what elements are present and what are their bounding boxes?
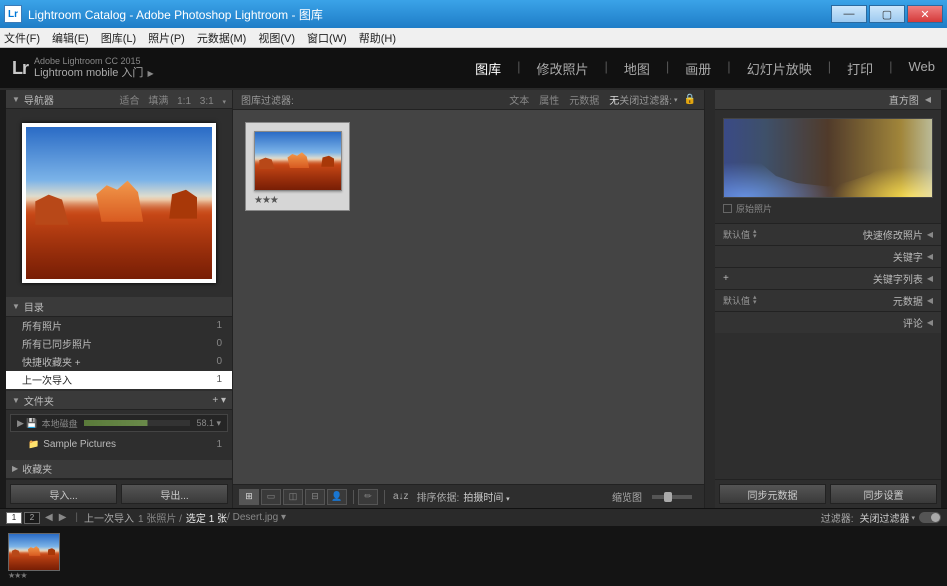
sync-settings-button[interactable]: 同步设置 [830,484,937,504]
menu-edit[interactable]: 编辑(E) [52,30,89,46]
app-icon: Lr [4,5,22,23]
menu-file[interactable]: 文件(F) [4,30,40,46]
people-view-icon[interactable]: 👤 [327,489,347,505]
module-slideshow[interactable]: 幻灯片放映 [747,59,812,78]
quick-develop-header[interactable]: 默认值▴▾快速修改照片◀ [715,223,941,245]
navigator-header[interactable]: ▼导航器 适合 填满 1:1 3:1 ▾ [6,90,232,109]
right-panel-collapse[interactable] [941,90,947,508]
thumbnail-grid[interactable]: ★★★ [233,110,704,484]
filmstrip[interactable]: ★★★ [0,526,947,586]
filmstrip-filter-label: 过滤器: [821,510,854,525]
module-map[interactable]: 地图 [624,59,650,78]
maximize-button[interactable]: ▢ [869,5,905,23]
loupe-view-icon[interactable]: ▭ [261,489,281,505]
filter-attribute[interactable]: 属性 [539,92,559,107]
filmstrip-header: 1 2 ◀ ▶ | 上一次导入 1 张照片 / 选定 1 张 / Desert.… [0,508,947,526]
module-develop[interactable]: 修改照片 [536,59,588,78]
right-panel: 直方图◀ 原始照片 默认值▴▾快速修改照片◀ 关键字◀ +关键字列表◀ 默认值▴… [715,90,941,508]
disk-icon: ▶ 💾 [17,418,38,429]
nav-back-icon[interactable]: ◀ [45,512,53,523]
catalog-quick-collection[interactable]: 快捷收藏夹 +0 [6,353,232,371]
keyword-list-header[interactable]: +关键字列表◀ [715,267,941,289]
thumb-size-slider[interactable] [652,495,692,499]
module-picker: 图库| 修改照片| 地图| 画册| 幻灯片放映| 打印| Web [475,59,935,78]
catalog-all-photos[interactable]: 所有照片1 [6,317,232,335]
second-monitor-button[interactable]: 2 [24,512,40,524]
filter-label: 图库过滤器: [241,92,294,107]
catalog-previous-import[interactable]: 上一次导入1 [6,371,232,389]
app-header: Lr Adobe Lightroom CC 2015 Lightroom mob… [0,48,947,88]
minimize-button[interactable]: — [831,5,867,23]
folder-icon: 📁 [28,439,39,450]
histogram[interactable] [723,118,933,198]
menu-view[interactable]: 视图(V) [258,30,295,46]
filter-switch[interactable] [919,512,941,523]
original-photo-checkbox[interactable]: 原始照片 [723,202,933,215]
filter-text[interactable]: 文本 [509,92,529,107]
collections-header[interactable]: ▶收藏夹 [6,460,232,479]
compare-view-icon[interactable]: ◫ [283,489,303,505]
module-print[interactable]: 打印 [847,59,873,78]
nav-1to1[interactable]: 1:1 [177,96,191,107]
volume-bar[interactable]: ▶ 💾 本地磁盘 58.1 ▾ [10,414,228,432]
main-monitor-button[interactable]: 1 [6,512,22,524]
filmstrip-thumbnail[interactable]: ★★★ [8,533,60,580]
sort-dropdown[interactable]: 拍摄时间 ▾ [463,489,509,504]
sort-direction-icon[interactable]: a↓z [393,491,409,502]
sync-metadata-button[interactable]: 同步元数据 [719,484,826,504]
menu-help[interactable]: 帮助(H) [359,30,396,46]
grid-toolbar: ⊞ ▭ ◫ ⊟ 👤 ✏ a↓z 排序依据: 拍摄时间 ▾ 缩览图 [233,484,704,508]
export-button[interactable]: 导出... [121,484,228,504]
sort-label: 排序依据: [417,489,460,504]
import-button[interactable]: 导入... [10,484,117,504]
menu-library[interactable]: 图库(L) [101,30,136,46]
filmstrip-filter-dropdown[interactable]: 关闭过滤器 [859,510,909,525]
folders-header[interactable]: ▼文件夹+ ▾ [6,391,232,410]
module-web[interactable]: Web [909,59,936,78]
menu-metadata[interactable]: 元数据(M) [197,30,247,46]
filter-none[interactable]: 无 [609,92,619,107]
selected-count: 选定 1 张 [186,510,227,525]
close-button[interactable]: ✕ [907,5,943,23]
nav-fit[interactable]: 适合 [120,96,140,107]
current-filename[interactable]: / Desert.jpg ▾ [227,512,286,523]
menu-bar: 文件(F) 编辑(E) 图库(L) 照片(P) 元数据(M) 视图(V) 窗口(… [0,28,947,48]
menu-window[interactable]: 窗口(W) [307,30,347,46]
navigator-preview[interactable] [22,123,216,283]
rating-stars[interactable]: ★★★ [254,195,341,206]
painter-icon[interactable]: ✏ [358,489,378,505]
lock-icon[interactable]: 🔒 [684,94,696,105]
folder-sample-pictures[interactable]: 📁 Sample Pictures1 [6,436,232,454]
filter-off-label[interactable]: 关闭过滤器: [619,92,672,107]
window-titlebar: Lr Lightroom Catalog - Adobe Photoshop L… [0,0,947,28]
grid-view-icon[interactable]: ⊞ [239,489,259,505]
survey-view-icon[interactable]: ⊟ [305,489,325,505]
catalog-header[interactable]: ▼目录 [6,297,232,316]
grid-thumbnail[interactable]: ★★★ [245,122,350,211]
module-book[interactable]: 画册 [685,59,711,78]
product-name: Adobe Lightroom CC 2015 [34,56,154,67]
metadata-header[interactable]: 默认值▴▾元数据◀ [715,289,941,311]
left-panel: ▼导航器 适合 填满 1:1 3:1 ▾ ▼目录 所有照片1 所有已同步照片0 … [6,90,232,508]
catalog-synced[interactable]: 所有已同步照片0 [6,335,232,353]
module-library[interactable]: 图库 [475,59,501,78]
path-source[interactable]: 上一次导入 [84,510,134,525]
grid-view: 图库过滤器: 文本 属性 元数据 无 关闭过滤器: ▾ 🔒 ★★★ ⊞ ▭ ◫ … [232,90,705,508]
comments-header[interactable]: 评论◀ [715,311,941,333]
grid-scrollbar[interactable] [705,90,715,508]
lightroom-logo: Lr [12,58,28,79]
window-title: Lightroom Catalog - Adobe Photoshop Ligh… [28,6,323,23]
menu-photo[interactable]: 照片(P) [148,30,185,46]
histogram-header[interactable]: 直方图◀ [715,90,941,110]
filter-metadata[interactable]: 元数据 [569,92,599,107]
nav-fill[interactable]: 填满 [148,96,168,107]
keywording-header[interactable]: 关键字◀ [715,245,941,267]
thumb-size-label: 缩览图 [612,489,642,504]
filmstrip-rating: ★★★ [8,571,60,580]
nav-3to1[interactable]: 3:1 [200,96,214,107]
product-subtitle[interactable]: Lightroom mobile 入门▶ [34,67,154,80]
nav-forward-icon[interactable]: ▶ [59,512,67,523]
library-filter-bar: 图库过滤器: 文本 属性 元数据 无 关闭过滤器: ▾ 🔒 [233,90,704,110]
